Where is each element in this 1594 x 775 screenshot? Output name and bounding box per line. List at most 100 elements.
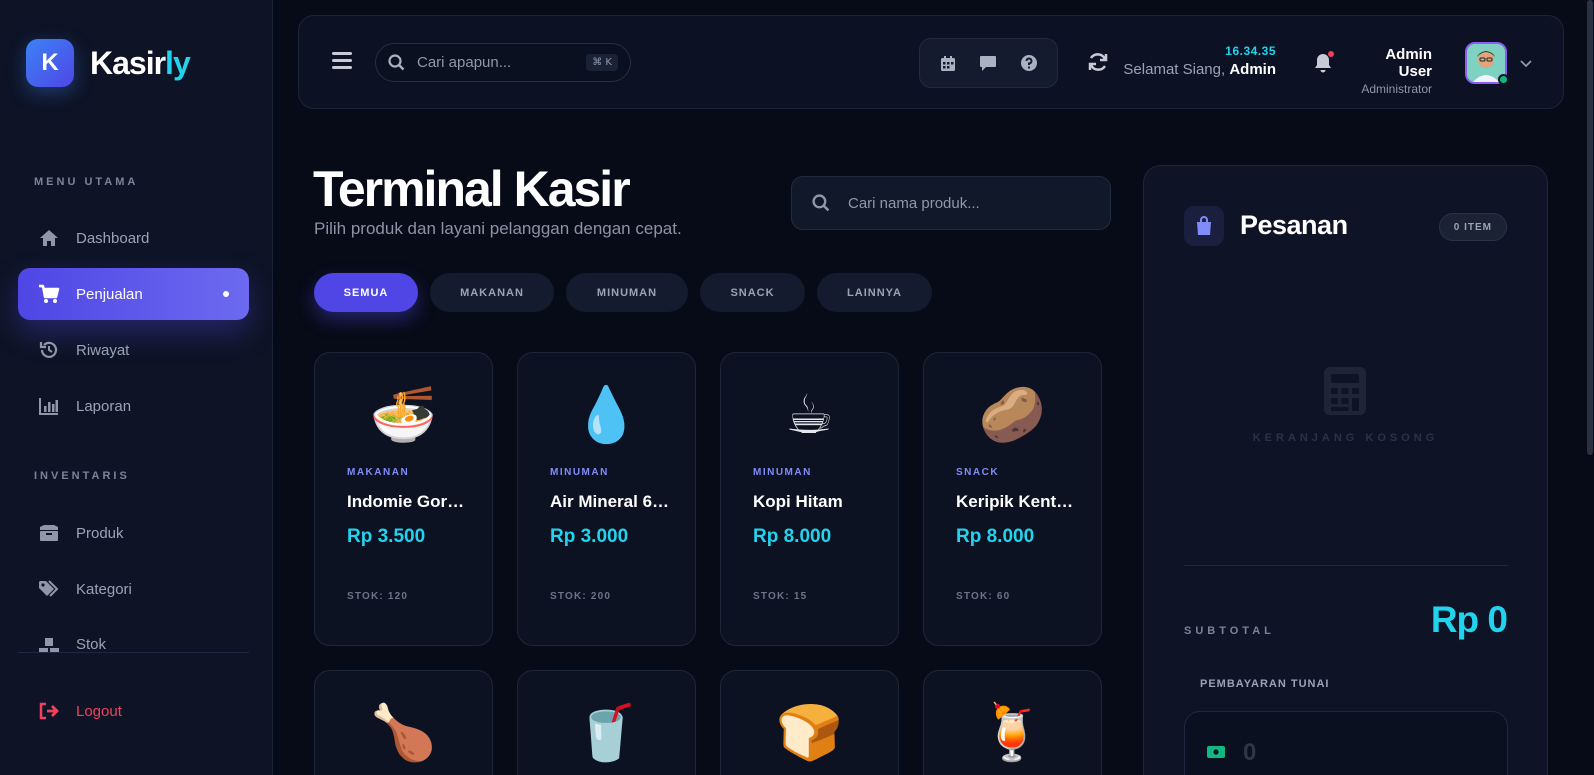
sidebar-item-dashboard[interactable]: Dashboard [18, 212, 249, 264]
cash-payment-input[interactable]: 0 [1184, 711, 1508, 775]
order-panel: Pesanan 0 ITEM KERANJANG KOSONG SUBTOTAL… [1143, 165, 1548, 775]
brand-name: Kasirly [90, 44, 191, 81]
sidebar-item-produk[interactable]: Produk [18, 507, 249, 559]
box-icon [38, 522, 60, 544]
greeting-block: 16.34.35 Selamat Siang, Admin [1121, 44, 1276, 78]
menu-toggle-icon[interactable] [332, 52, 352, 70]
sidebar-item-laporan[interactable]: Laporan [18, 380, 249, 432]
search-icon [388, 54, 405, 71]
refresh-icon[interactable] [1087, 51, 1109, 73]
active-dot [223, 291, 229, 297]
product-name: Keripik Kentang [956, 492, 1076, 511]
tab-minuman[interactable]: MINUMAN [566, 273, 688, 312]
tab-lainnya[interactable]: LAINNYA [817, 273, 932, 312]
tab-snack[interactable]: SNACK [700, 273, 805, 312]
sidebar-item-riwayat[interactable]: Riwayat [18, 324, 249, 376]
product-card[interactable]: 🥔 SNACK Keripik Kentang Rp 8.000 STOK: 6… [923, 352, 1102, 646]
product-category: MAKANAN [347, 467, 410, 478]
sidebar-item-kategori[interactable]: Kategori [18, 563, 249, 615]
empty-cart-text: KERANJANG KOSONG [1252, 432, 1439, 444]
product-price: Rp 3.000 [550, 526, 629, 547]
payment-label: PEMBAYARAN TUNAI [1200, 678, 1330, 690]
cash-icon [1207, 746, 1225, 758]
bell-icon[interactable] [1313, 51, 1334, 74]
item-count-badge: 0 ITEM [1438, 213, 1507, 241]
category-tabs: SEMUA MAKANAN MINUMAN SNACK LAINNYA [314, 273, 944, 312]
product-price: Rp 8.000 [753, 526, 832, 547]
sidebar-item-label: Produk [76, 524, 124, 542]
calendar-icon[interactable] [938, 53, 958, 73]
page-scrollbar[interactable] [1587, 0, 1593, 455]
tab-makanan[interactable]: MAKANAN [430, 273, 554, 312]
product-category: SNACK [956, 467, 1000, 478]
product-card[interactable]: 🥤 [517, 670, 696, 775]
sidebar-item-label: Laporan [76, 397, 132, 415]
payment-value: 0 [1243, 739, 1257, 766]
sidebar-item-label: Dashboard [76, 229, 150, 247]
page-subtitle: Pilih produk dan layani pelanggan dengan… [314, 219, 682, 238]
sidebar-item-label: Penjualan [76, 285, 143, 303]
logout-button[interactable]: Logout [18, 686, 249, 736]
user-info[interactable]: Admin User Administrator [1352, 46, 1432, 96]
boxes-icon [38, 636, 60, 653]
home-icon [38, 227, 60, 249]
clock: 16.34.35 [1225, 44, 1276, 58]
online-status-dot [1498, 74, 1509, 85]
product-price: Rp 8.000 [956, 526, 1035, 547]
greeting: Selamat Siang, Admin [1123, 61, 1276, 78]
product-stock: STOK: 120 [347, 591, 409, 602]
header-tools [919, 38, 1058, 88]
page-title: Terminal Kasir [313, 161, 631, 217]
user-role: Administrator [1361, 82, 1432, 96]
product-stock: STOK: 200 [550, 591, 612, 602]
tags-icon [38, 578, 60, 600]
product-search-input[interactable]: Cari nama produk... [791, 176, 1111, 230]
sidebar-item-label: Kategori [76, 580, 132, 598]
product-name: Air Mineral 600ml [550, 492, 670, 511]
sidebar: K Kasirly MENU UTAMA Dashboard Penjualan… [0, 0, 273, 775]
product-name: Indomie Goreng [347, 492, 467, 511]
product-card[interactable]: 🍹 [923, 670, 1102, 775]
product-card[interactable]: 🍞 [720, 670, 899, 775]
sidebar-item-penjualan[interactable]: Penjualan [18, 268, 249, 320]
product-name: Kopi Hitam [753, 492, 843, 511]
product-card[interactable]: 🍗 [314, 670, 493, 775]
sidebar-item-label: Riwayat [76, 341, 130, 359]
product-card[interactable]: 🍜 MAKANAN Indomie Goreng Rp 3.500 STOK: … [314, 352, 493, 646]
subtotal-value: Rp 0 [1430, 599, 1508, 640]
shopping-bag-icon [1184, 206, 1224, 246]
top-header: Cari apapun... ⌘ K 16.34.35 Selamat Sian… [298, 15, 1564, 109]
product-image: 💧 [572, 383, 641, 446]
sidebar-item-stok[interactable]: Stok [18, 619, 249, 653]
help-icon[interactable] [1019, 53, 1039, 73]
product-search-placeholder: Cari nama produk... [848, 194, 980, 212]
logout-label: Logout [76, 702, 122, 720]
product-category: MINUMAN [753, 467, 812, 478]
cart-icon [38, 283, 60, 305]
app-logo[interactable]: K Kasirly [26, 39, 191, 87]
product-image: 🍜 [369, 383, 438, 446]
product-price: Rp 3.500 [347, 526, 426, 547]
chevron-down-icon[interactable] [1519, 56, 1533, 70]
chat-icon[interactable] [978, 53, 998, 73]
search-placeholder: Cari apapun... [417, 54, 512, 71]
product-image: ☕ [785, 383, 834, 446]
product-stock: STOK: 15 [753, 591, 808, 602]
calculator-icon [1322, 366, 1368, 416]
product-card[interactable]: 💧 MINUMAN Air Mineral 600ml Rp 3.000 STO… [517, 352, 696, 646]
user-name: Admin User [1385, 46, 1432, 80]
subtotal-label: SUBTOTAL [1184, 625, 1275, 637]
history-icon [38, 339, 60, 361]
product-image: 🍗 [369, 701, 438, 764]
sidebar-item-label: Stok [76, 636, 107, 653]
tab-semua[interactable]: SEMUA [314, 273, 418, 312]
search-shortcut: ⌘ K [586, 54, 618, 71]
product-card[interactable]: ☕ MINUMAN Kopi Hitam Rp 8.000 STOK: 15 [720, 352, 899, 646]
product-image: 🥤 [572, 701, 641, 764]
section-title-inventory: INVENTARIS [34, 470, 130, 482]
global-search-input[interactable]: Cari apapun... ⌘ K [375, 43, 631, 82]
order-divider [1184, 565, 1508, 566]
product-image: 🥔 [978, 383, 1047, 446]
logout-icon [38, 700, 60, 722]
product-stock: STOK: 60 [956, 591, 1011, 602]
